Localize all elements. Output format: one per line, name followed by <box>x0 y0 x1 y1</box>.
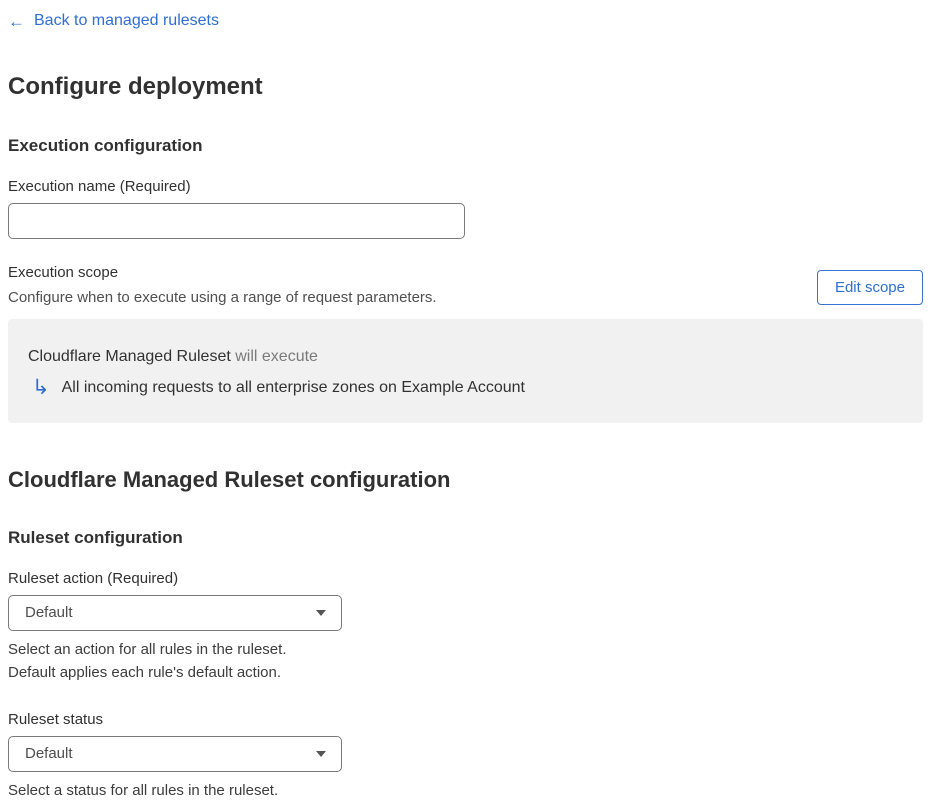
branch-arrow-icon: ↳ <box>32 375 50 399</box>
chevron-down-icon <box>316 750 326 757</box>
scope-summary-suffix: will execute <box>230 347 318 365</box>
execution-scope-label: Execution scope <box>8 263 119 281</box>
ruleset-action-help-line2: Default applies each rule's default acti… <box>8 663 282 681</box>
scope-summary-text: All incoming requests to all enterprise … <box>61 378 525 396</box>
execution-scope-text-block: Execution scope Configure when to execut… <box>8 264 437 307</box>
scope-summary-ruleset-name: Cloudflare Managed Ruleset <box>28 347 231 365</box>
execution-scope-description: Configure when to execute using a range … <box>8 288 437 306</box>
page-title: Configure deployment <box>8 72 263 100</box>
ruleset-action-select[interactable]: Default <box>8 594 342 631</box>
scope-summary-line2: ↳ All incoming requests to all enterpris… <box>32 375 903 399</box>
ruleset-action-label: Ruleset action (Required) <box>8 569 179 587</box>
scope-summary-line1: Cloudflare Managed Ruleset will execute <box>28 347 903 367</box>
execution-name-label: Execution name (Required) <box>8 177 191 195</box>
scope-summary-panel: Cloudflare Managed Ruleset will execute … <box>8 318 923 423</box>
back-arrow-icon: ← <box>8 11 25 31</box>
ruleset-configuration-page-heading: Cloudflare Managed Ruleset configuration <box>8 466 451 492</box>
ruleset-action-help-line1: Select an action for all rules in the ru… <box>8 640 287 658</box>
edit-scope-button[interactable]: Edit scope <box>816 269 923 305</box>
ruleset-configuration-subheading: Ruleset configuration <box>8 527 183 547</box>
ruleset-status-label: Ruleset status <box>8 710 104 728</box>
ruleset-status-help: Select a status for all rules in the rul… <box>8 779 923 802</box>
ruleset-status-selected-value: Default <box>25 745 73 762</box>
execution-name-input[interactable] <box>8 202 465 239</box>
ruleset-status-help-line1: Select a status for all rules in the rul… <box>8 781 279 799</box>
chevron-down-icon <box>316 609 326 616</box>
execution-configuration-heading: Execution configuration <box>8 135 203 155</box>
ruleset-action-selected-value: Default <box>25 604 73 621</box>
back-link-label: Back to managed rulesets <box>34 12 219 29</box>
execution-scope-row: Execution scope Configure when to execut… <box>8 264 923 307</box>
ruleset-action-help: Select an action for all rules in the ru… <box>8 638 923 684</box>
ruleset-status-select[interactable]: Default <box>8 735 342 772</box>
back-to-managed-rulesets-link[interactable]: ← Back to managed rulesets <box>8 12 219 30</box>
